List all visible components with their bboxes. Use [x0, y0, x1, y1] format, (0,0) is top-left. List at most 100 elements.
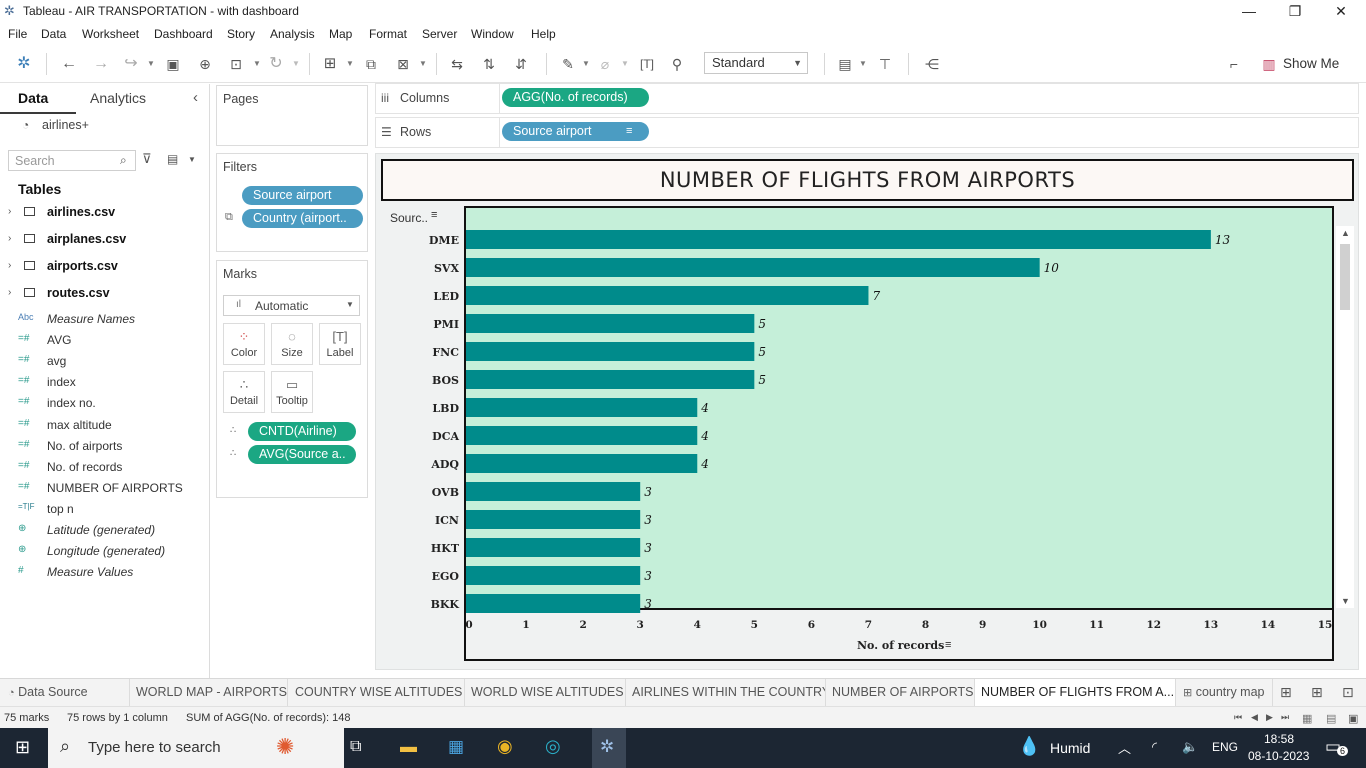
chevron-right-icon[interactable]: › [8, 260, 11, 271]
bar-bkk[interactable] [466, 594, 641, 613]
presentation-mode-icon[interactable]: ⊤ [874, 53, 896, 75]
field-item[interactable]: =# index no. [18, 393, 208, 413]
pin-icon[interactable]: ⚲ [666, 53, 688, 75]
menu-server[interactable]: Server [422, 27, 457, 41]
first-sheet-icon[interactable]: ⏮ [1234, 712, 1242, 723]
category-label[interactable]: OVB [432, 486, 459, 499]
fit-dropdown[interactable]: Standard ▼ [704, 52, 808, 74]
category-label[interactable]: ADQ [430, 458, 459, 471]
filmstrip-icon[interactable]: ▤ [1326, 712, 1336, 725]
clock-date[interactable]: 08-10-2023 [1248, 749, 1309, 763]
marks-detail-button[interactable]: ∴ Detail [223, 371, 265, 413]
tableau-home-icon[interactable]: ✲ [13, 53, 35, 75]
field-item[interactable]: =# NUMBER OF AIRPORTS [18, 478, 208, 498]
category-label[interactable]: DME [429, 234, 459, 247]
category-label[interactable]: FNC [432, 346, 459, 359]
tab-data[interactable]: Data [18, 90, 48, 106]
bar-led[interactable] [466, 286, 869, 305]
menu-worksheet[interactable]: Worksheet [82, 27, 139, 41]
bar-fnc[interactable] [466, 342, 755, 361]
show-me-label[interactable]: Show Me [1283, 56, 1339, 71]
show-mark-labels-icon[interactable]: [T] [636, 53, 658, 75]
field-item[interactable]: =# avg [18, 351, 208, 371]
field-item[interactable]: =# No. of airports [18, 436, 208, 456]
bar-dme[interactable] [466, 230, 1211, 249]
tab-data-source[interactable]: ◔ Data Source [2, 679, 130, 707]
view-list-icon[interactable]: ▤ [167, 152, 178, 166]
marks-size-button[interactable]: ◌ Size [271, 323, 313, 365]
vertical-scrollbar[interactable]: ▲ ▼ [1336, 226, 1354, 608]
field-item[interactable]: =T|F top n [18, 499, 208, 519]
bar-svx[interactable] [466, 258, 1040, 277]
filter-pill-country[interactable]: Country (airport.. [242, 209, 363, 228]
attach-icon[interactable]: ⌀ [594, 53, 616, 75]
field-item[interactable]: ⊕ Latitude (generated) [18, 520, 208, 540]
minimize-button[interactable]: — [1226, 0, 1272, 23]
scrollbar-thumb[interactable] [1340, 244, 1350, 310]
category-label[interactable]: ICN [435, 514, 459, 527]
tab-airlines-within-country[interactable]: AIRLINES WITHIN THE COUNTRY [626, 679, 826, 707]
chevron-right-icon[interactable]: › [8, 233, 11, 244]
clear-sheet-icon[interactable]: ⊠ [392, 53, 414, 75]
table-airplanes[interactable]: › airplanes.csv [6, 228, 206, 250]
columns-pill[interactable]: AGG(No. of records) [502, 88, 649, 107]
refresh-icon[interactable]: ↻ [265, 53, 287, 75]
category-label[interactable]: DCA [432, 430, 459, 443]
marks-pill-avg-source[interactable]: AVG(Source a.. [248, 445, 356, 464]
menu-format[interactable]: Format [369, 27, 407, 41]
new-dashboard-icon[interactable]: ⊞ [1311, 684, 1323, 701]
tab-number-of-flights[interactable]: NUMBER OF FLIGHTS FROM A... [975, 679, 1176, 707]
bar-lbd[interactable] [466, 398, 698, 417]
field-item[interactable]: =# No. of records [18, 457, 208, 477]
save-icon[interactable]: ▣ [162, 53, 184, 75]
chevron-down-icon[interactable]: ▼ [188, 155, 196, 164]
tab-country-map[interactable]: ⊞ country map [1177, 679, 1273, 707]
swap-rows-columns-icon[interactable]: ⇆ [446, 53, 468, 75]
chevron-right-icon[interactable]: › [8, 206, 11, 217]
redo-icon[interactable]: → [90, 53, 112, 75]
marks-pill-cntd-airline[interactable]: CNTD(Airline) [248, 422, 356, 441]
duplicate-icon[interactable]: ⧉ [360, 53, 382, 75]
sort-ascending-icon[interactable]: ⇅ [478, 53, 500, 75]
taskbar-search[interactable]: ⌕ Type here to search ✺ [48, 728, 344, 768]
chrome-icon[interactable]: ◉ [497, 736, 513, 757]
marks-tooltip-button[interactable]: ▭ Tooltip [271, 371, 313, 413]
category-label[interactable]: SVX [434, 262, 459, 275]
tab-number-of-airports[interactable]: NUMBER OF AIRPORTS [826, 679, 975, 707]
category-label[interactable]: PMI [433, 318, 459, 331]
next-sheet-icon[interactable]: ▶ [1266, 712, 1273, 723]
new-datasource-icon[interactable]: ⊕ [194, 53, 216, 75]
highlight-icon[interactable]: ✎ [557, 53, 579, 75]
wifi-icon[interactable]: ◜ [1152, 739, 1157, 755]
field-item[interactable]: ⊕ Longitude (generated) [18, 541, 208, 561]
format-painter-icon[interactable]: ⌐ [1223, 53, 1245, 75]
clock-time[interactable]: 18:58 [1264, 732, 1294, 746]
close-button[interactable]: ✕ [1318, 0, 1364, 23]
bar-ego[interactable] [466, 566, 641, 585]
field-item[interactable]: Abc Measure Names [18, 309, 208, 329]
task-view-icon[interactable]: ⧉ [350, 738, 361, 756]
mark-type-dropdown[interactable]: ıl Automatic ▼ [223, 295, 360, 316]
menu-data[interactable]: Data [41, 27, 66, 41]
sort-icon[interactable]: ≡ [945, 639, 951, 651]
prev-sheet-icon[interactable]: ◀ [1251, 712, 1258, 723]
datasource-name[interactable]: airlines+ [42, 118, 89, 132]
new-story-icon[interactable]: ⊡ [1342, 684, 1354, 701]
category-label[interactable]: BOS [432, 374, 459, 387]
tab-analytics[interactable]: Analytics [90, 90, 146, 106]
volume-icon[interactable]: 🔈 [1182, 739, 1198, 755]
tab-world-map-airports[interactable]: WORLD MAP - AIRPORTS [130, 679, 288, 707]
bar-ovb[interactable] [466, 482, 641, 501]
scroll-down-icon[interactable]: ▼ [1341, 596, 1350, 606]
sort-descending-icon[interactable]: ⇵ [510, 53, 532, 75]
bar-icn[interactable] [466, 510, 641, 529]
menu-window[interactable]: Window [471, 27, 514, 41]
file-explorer-icon[interactable]: ▬ [400, 737, 417, 757]
field-item[interactable]: # Measure Values [18, 562, 208, 582]
table-airlines[interactable]: › airlines.csv [6, 201, 206, 223]
bar-dca[interactable] [466, 426, 698, 445]
language-indicator[interactable]: ENG [1212, 740, 1238, 754]
sort-icon[interactable]: ≡ [626, 122, 632, 141]
windows-start-icon[interactable]: ⊞ [15, 737, 30, 758]
bar-adq[interactable] [466, 454, 698, 473]
